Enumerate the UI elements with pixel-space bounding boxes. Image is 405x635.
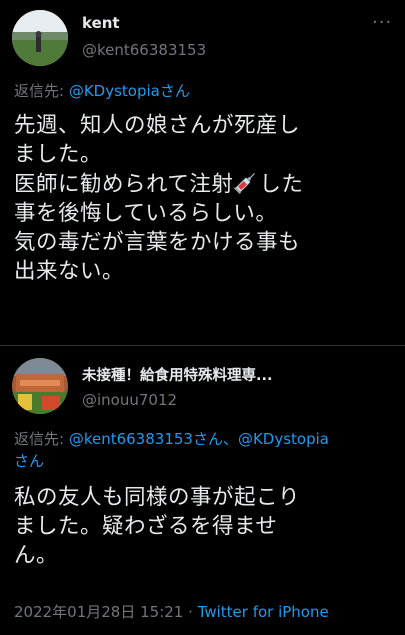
avatar-image [12, 10, 68, 66]
tweet-text: 私の友人も同様の事が起こり ました。疑わざるを得ませ ん。 [14, 485, 301, 568]
handle[interactable]: @kent66383153 [82, 41, 206, 59]
avatar[interactable] [12, 10, 68, 66]
reply-to: 返信先: @kent66383153さん、@KDystopia さん [14, 428, 399, 472]
handle[interactable]: @inouu7012 [82, 391, 177, 409]
avatar[interactable] [12, 358, 68, 414]
tweet-1: kent @kent66383153 ··· 返信先: @KDystopiaさん… [0, 0, 405, 345]
tweet-2: 未接種！給食用特殊料理専... @inouu7012 返信先: @kent663… [0, 346, 405, 635]
reply-to-separator: 、 [222, 430, 238, 448]
reply-to-label: 返信先: [14, 82, 69, 100]
display-name[interactable]: 未接種！給食用特殊料理専... [82, 364, 273, 385]
display-name[interactable]: kent [82, 14, 120, 32]
timestamp[interactable]: 2022年01月28日 15:21 [14, 603, 183, 621]
reply-to: 返信先: @KDystopiaさん [14, 80, 190, 102]
reply-to-link-1[interactable]: @kent66383153さん [69, 430, 223, 448]
reply-to-label: 返信先: [14, 430, 69, 448]
source-link[interactable]: Twitter for iPhone [198, 603, 329, 621]
tweet-text: 先週、知人の娘さんが死産し ました。 医師に勧められて注射 した 事を後悔してい… [14, 111, 399, 286]
more-options-icon[interactable]: ··· [372, 12, 392, 33]
reply-to-link[interactable]: @KDystopiaさん [69, 82, 190, 100]
tweet-meta: 2022年01月28日 15:21 · Twitter for iPhone [14, 601, 329, 622]
reply-to-suffix[interactable]: さん [14, 452, 44, 470]
syringe-emoji-icon [233, 169, 259, 195]
reply-to-link-2[interactable]: @KDystopia [238, 430, 329, 448]
meta-separator: · [183, 603, 198, 621]
avatar-image [12, 358, 68, 414]
